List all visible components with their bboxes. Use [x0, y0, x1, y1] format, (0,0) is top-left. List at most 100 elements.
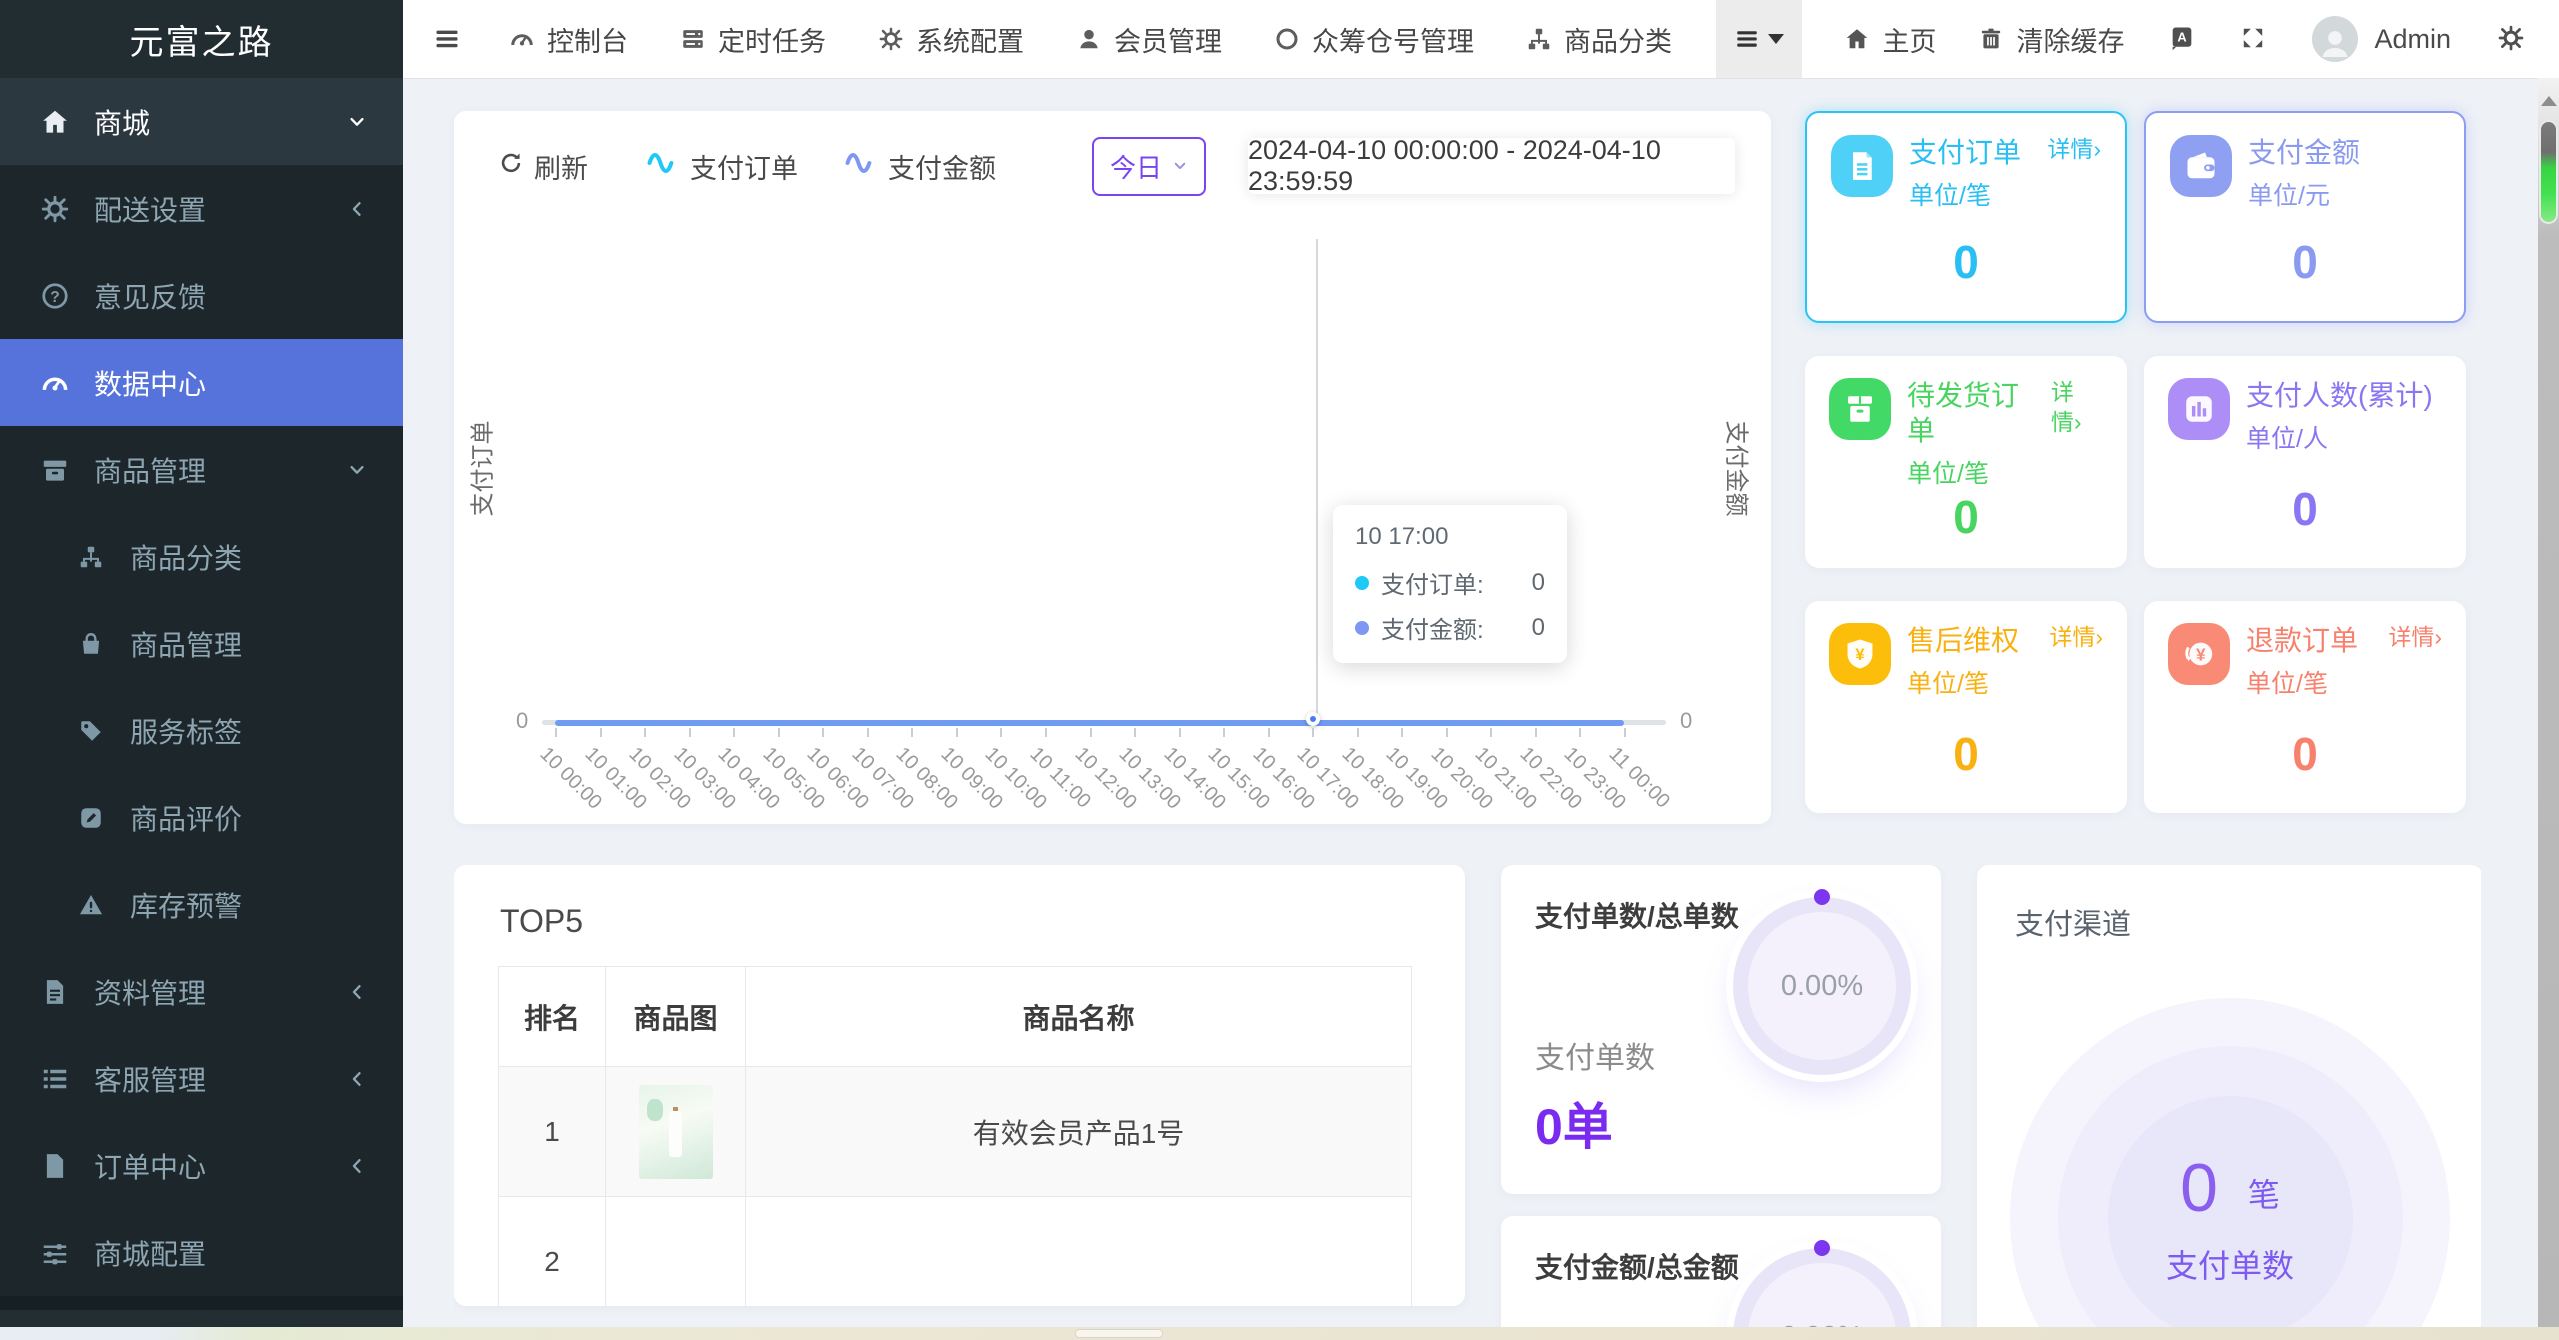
sidebar-item-商品分类[interactable]: 商品分类: [0, 513, 403, 600]
x-axis-tick: [733, 728, 736, 737]
pay-channel-title: 支付渠道: [2015, 909, 2132, 941]
vertical-scrollbar[interactable]: [2538, 78, 2559, 1340]
caret-down-icon: [1768, 34, 1785, 44]
y-axis-title-right: 支付金额: [1722, 420, 1750, 517]
nav-item-商品分类[interactable]: 商品分类: [1526, 20, 1672, 59]
horizontal-scrollbar-thumb[interactable]: [1075, 1329, 1163, 1338]
x-axis-tick: [1267, 728, 1270, 737]
gauge-donut: 0.00%: [1729, 1240, 1915, 1340]
gears-icon: [38, 194, 72, 224]
sidebar-item-商品评价[interactable]: 商品评价: [0, 774, 403, 861]
x-axis-tick: [955, 728, 958, 737]
nav-item-会员管理[interactable]: 会员管理: [1076, 20, 1222, 59]
sidebar-item-商城[interactable]: 商城: [0, 78, 403, 165]
svg-text:A: A: [2178, 29, 2187, 44]
stat-unit: 单位/人: [2246, 425, 2328, 453]
sidebar-toggle-button[interactable]: [403, 25, 491, 53]
sidebar-item-订单中心[interactable]: 订单中心: [0, 1122, 403, 1209]
channel-ring-middle: 0 笔 支付单数: [2057, 1045, 2403, 1340]
x-axis-tick: [1579, 728, 1582, 737]
sidebar-item-意见反馈[interactable]: ? 意见反馈: [0, 252, 403, 339]
stat-unit: 单位/笔: [1909, 182, 1991, 210]
sidebar-item-商城配置[interactable]: 商城配置: [0, 1209, 403, 1296]
sidebar-item-label: 数据中心: [94, 368, 207, 400]
nav-item-定时任务[interactable]: 定时任务: [680, 20, 826, 59]
warning-icon: [74, 892, 108, 918]
nav-item-众筹仓号管理[interactable]: 众筹仓号管理: [1274, 20, 1474, 59]
horizontal-scrollbar[interactable]: [0, 1327, 2559, 1340]
settings-button[interactable]: [2497, 24, 2525, 55]
detail-link[interactable]: 详情›: [2043, 378, 2103, 438]
tooltip-title: 10 17:00: [1355, 523, 1449, 550]
top-nav-menu: 控制台 定时任务 系统配置 会员管理 众筹仓号管理 商品分类: [509, 20, 1672, 59]
clear-cache-link[interactable]: 清除缓存: [1978, 20, 2124, 59]
sidebar-item-资料管理[interactable]: 资料管理: [0, 948, 403, 1035]
stat-title: 支付订单: [1909, 137, 2022, 168]
home-link[interactable]: 主页: [1844, 20, 1936, 59]
stat-card-支付金额[interactable]: 支付金额 单位/元 0: [2144, 111, 2466, 323]
file-icon: [38, 1151, 72, 1181]
circle-icon: [1274, 26, 1300, 52]
y-axis-min-right: 0: [1680, 708, 1693, 733]
avatar: [2312, 16, 2359, 62]
receipt-icon: [1831, 135, 1893, 197]
nav-item-label: 定时任务: [718, 26, 826, 57]
stat-card-退款订单[interactable]: ¥ 退款订单 详情› 单位/笔 0: [2144, 601, 2466, 813]
sidebar-item-label: 商品分类: [130, 542, 243, 574]
stat-title: 退款订单: [2246, 625, 2359, 656]
chart-plot: 支付订单 支付金额 0 0 10 00:00 10 01:00 10 02:00 10…: [454, 111, 1771, 824]
svg-text:¥: ¥: [1855, 646, 1865, 664]
dashboard-icon: [509, 26, 535, 52]
scroll-up-arrow-icon[interactable]: [2540, 96, 2557, 106]
detail-link[interactable]: 详情›: [2041, 623, 2103, 653]
stat-card-售后维权[interactable]: ¥ 售后维权 详情› 单位/笔 0: [1805, 601, 2127, 813]
sidebar-menu: 商城 配送设置? 意见反馈 数据中心 商品管理 商品分类 商品管理 服务标签 商品评价 库存预警资…: [0, 78, 403, 1296]
sidebar-item-配送设置[interactable]: 配送设置: [0, 165, 403, 252]
user-menu[interactable]: Admin: [2312, 16, 2451, 62]
x-axis-tick: [1490, 728, 1493, 737]
nav-overflow-dropdown-button[interactable]: [1716, 0, 1803, 78]
sidebar-item-服务标签[interactable]: 服务标签: [0, 687, 403, 774]
tooltip-series-value: 0: [1531, 568, 1545, 596]
sidebar-item-label: 商品管理: [130, 629, 243, 661]
x-axis-tick: [1312, 728, 1315, 737]
translate-button[interactable]: A: [2168, 24, 2196, 55]
nav-item-label: 会员管理: [1114, 26, 1222, 57]
nav-item-控制台[interactable]: 控制台: [509, 20, 628, 59]
tasks-icon: [680, 26, 706, 52]
stat-card-待发货订单[interactable]: 待发货订单 详情› 单位/笔 0: [1805, 356, 2127, 568]
gear-icon: [878, 26, 904, 52]
sidebar-item-商品管理[interactable]: 商品管理: [0, 426, 403, 513]
chevron-left-icon: [347, 199, 367, 219]
edit-icon: [74, 805, 108, 831]
sidebar-item-数据中心[interactable]: 数据中心: [0, 339, 403, 426]
vertical-scrollbar-thumb[interactable]: [2541, 122, 2556, 222]
x-axis-tick: [1044, 728, 1047, 737]
sidebar-item-商品管理[interactable]: 商品管理: [0, 600, 403, 687]
shield-yen-icon: ¥: [1829, 623, 1891, 685]
top5-column-header: 排名: [498, 966, 606, 1067]
stat-value: 0: [2292, 236, 2318, 288]
pay-amount-ratio-card: 支付金额/总金额 0.00%: [1501, 1216, 1941, 1340]
stat-card-支付订单[interactable]: 支付订单 详情› 单位/笔 0: [1805, 111, 2127, 323]
sidebar-item-库存预警[interactable]: 库存预警: [0, 861, 403, 948]
x-axis-tick: [911, 728, 914, 737]
x-axis-tick: [1445, 728, 1448, 737]
fullscreen-button[interactable]: [2240, 25, 2266, 54]
gauge-value: 0单: [1535, 1099, 1613, 1155]
pay-count-ratio-card: 支付单数/总单数 0.00% 支付单数 0单: [1501, 865, 1941, 1194]
detail-link[interactable]: 详情›: [2039, 135, 2101, 165]
sidebar-item-label: 商城: [94, 107, 151, 139]
name-cell: 有效会员产品1号: [745, 1066, 1412, 1197]
detail-link[interactable]: 详情›: [2380, 623, 2442, 653]
gauge-marker-dot: [1814, 1240, 1830, 1256]
nav-item-系统配置[interactable]: 系统配置: [878, 20, 1024, 59]
sidebar: 元富之路 商城 配送设置? 意见反馈 数据中心 商品管理 商品分类 商品管理 服务标签 商品评价…: [0, 0, 403, 1340]
content: 刷新 支付订单 支付金额 今日 2024-04-10 00:00:00 - 202…: [403, 78, 2538, 1340]
sidebar-item-客服管理[interactable]: 客服管理: [0, 1035, 403, 1122]
top5-column-header: 商品名称: [745, 966, 1412, 1067]
sidebar-item-label: 库存预警: [130, 890, 243, 922]
sidebar-item-label: 服务标签: [130, 716, 243, 748]
stat-card-支付人数(累计)[interactable]: 支付人数(累计) 单位/人 0: [2144, 356, 2466, 568]
home-icon: [1844, 26, 1870, 52]
